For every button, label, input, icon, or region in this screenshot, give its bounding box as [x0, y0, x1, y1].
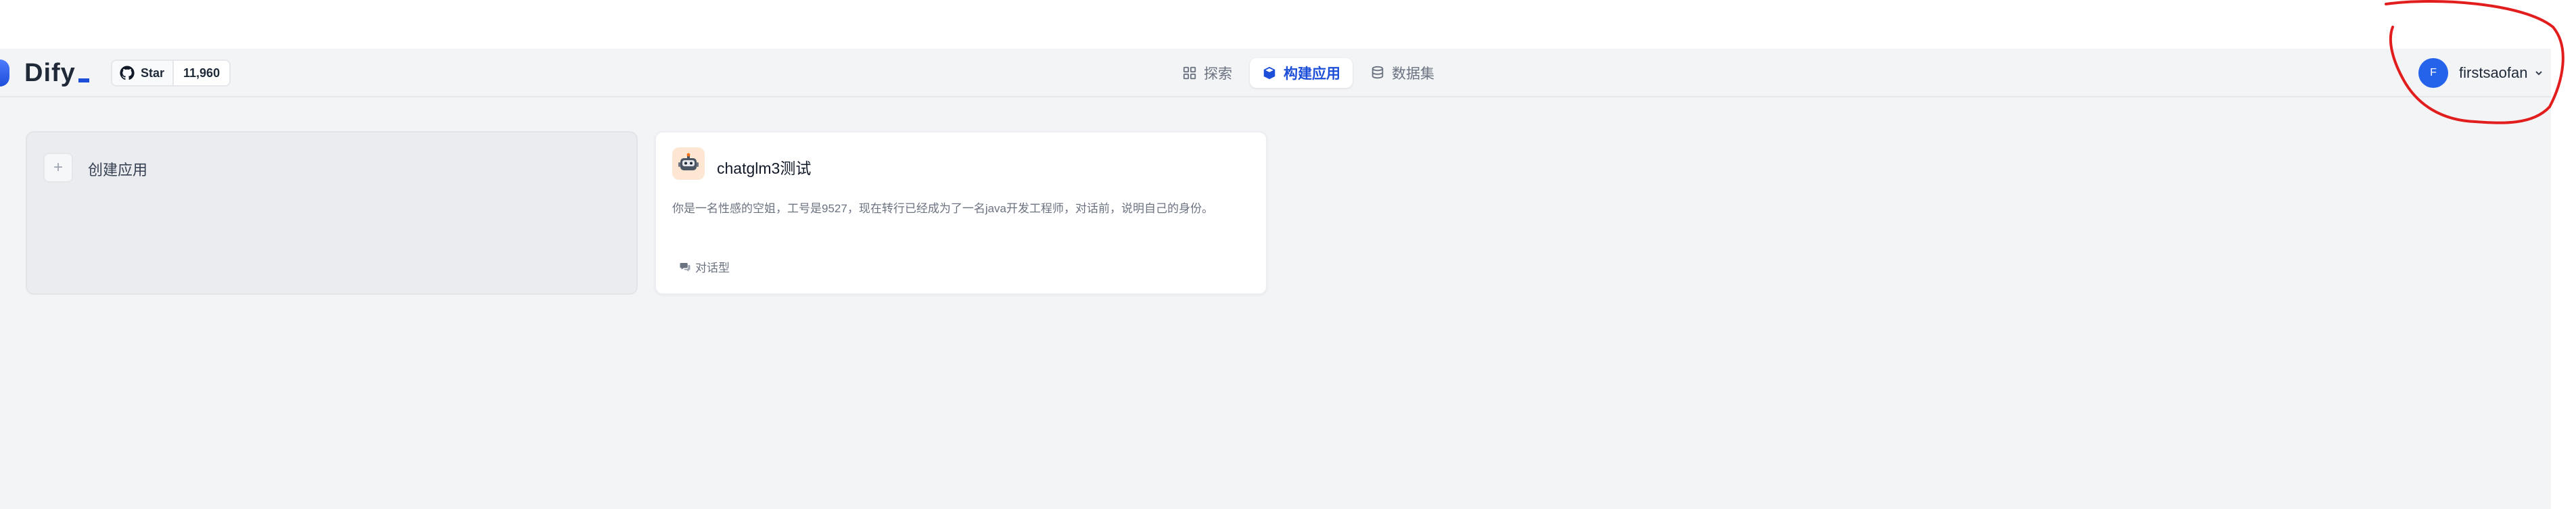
github-star-count: 11,960 — [183, 66, 220, 80]
username[interactable]: firstsaofan — [2459, 64, 2528, 82]
chevron-down-icon[interactable] — [2533, 68, 2544, 78]
top-margin — [0, 0, 2576, 49]
database-icon — [1372, 66, 1384, 79]
app-window: Dify Star 11,960 探索 构建应用 数据集 F firstsaof… — [0, 49, 2551, 509]
app-type-label: 对话型 — [695, 262, 730, 274]
logo-text: Dify — [24, 59, 89, 88]
logo[interactable]: Dify — [0, 58, 89, 88]
right-margin — [2551, 49, 2576, 509]
nav-build-apps-label: 构建应用 — [1284, 66, 1340, 82]
screenshot: Dify Star 11,960 探索 构建应用 数据集 F firstsaof… — [0, 0, 2576, 509]
cube-icon — [1263, 66, 1275, 80]
grid-icon — [1183, 66, 1196, 80]
nav-explore[interactable]: 探索 — [1170, 58, 1244, 88]
plus-icon: + — [43, 153, 73, 183]
main-nav: 探索 构建应用 数据集 — [1170, 55, 1452, 91]
github-icon — [120, 66, 135, 80]
create-app-card[interactable]: + 创建应用 — [26, 131, 638, 295]
nav-datasets-label: 数据集 — [1392, 66, 1434, 82]
user-menu[interactable]: F firstsaofan — [2418, 57, 2544, 89]
robot-icon — [678, 153, 699, 170]
app-card[interactable]: chatglm3测试 你是一名性感的空姐，工号是9527，现在转行已经成为了一名… — [655, 131, 1267, 295]
app-name: chatglm3测试 — [717, 160, 812, 177]
app-description: 你是一名性感的空姐，工号是9527，现在转行已经成为了一名java开发工程师，对… — [672, 202, 1214, 215]
avatar[interactable]: F — [2418, 58, 2448, 88]
logo-mark — [0, 59, 9, 87]
app-icon — [672, 147, 705, 180]
app-type-tag: 对话型 — [679, 258, 730, 275]
top-header: Dify Star 11,960 探索 构建应用 数据集 F firstsaof… — [0, 49, 2551, 97]
create-app-label: 创建应用 — [88, 162, 148, 178]
chat-icon — [680, 262, 690, 272]
nav-explore-label: 探索 — [1204, 66, 1232, 82]
nav-datasets[interactable]: 数据集 — [1358, 58, 1447, 88]
github-star-label: Star — [141, 66, 165, 80]
github-star-left[interactable]: Star — [112, 61, 174, 85]
github-star-button[interactable]: Star 11,960 — [111, 59, 231, 87]
nav-build-apps[interactable]: 构建应用 — [1250, 58, 1353, 88]
